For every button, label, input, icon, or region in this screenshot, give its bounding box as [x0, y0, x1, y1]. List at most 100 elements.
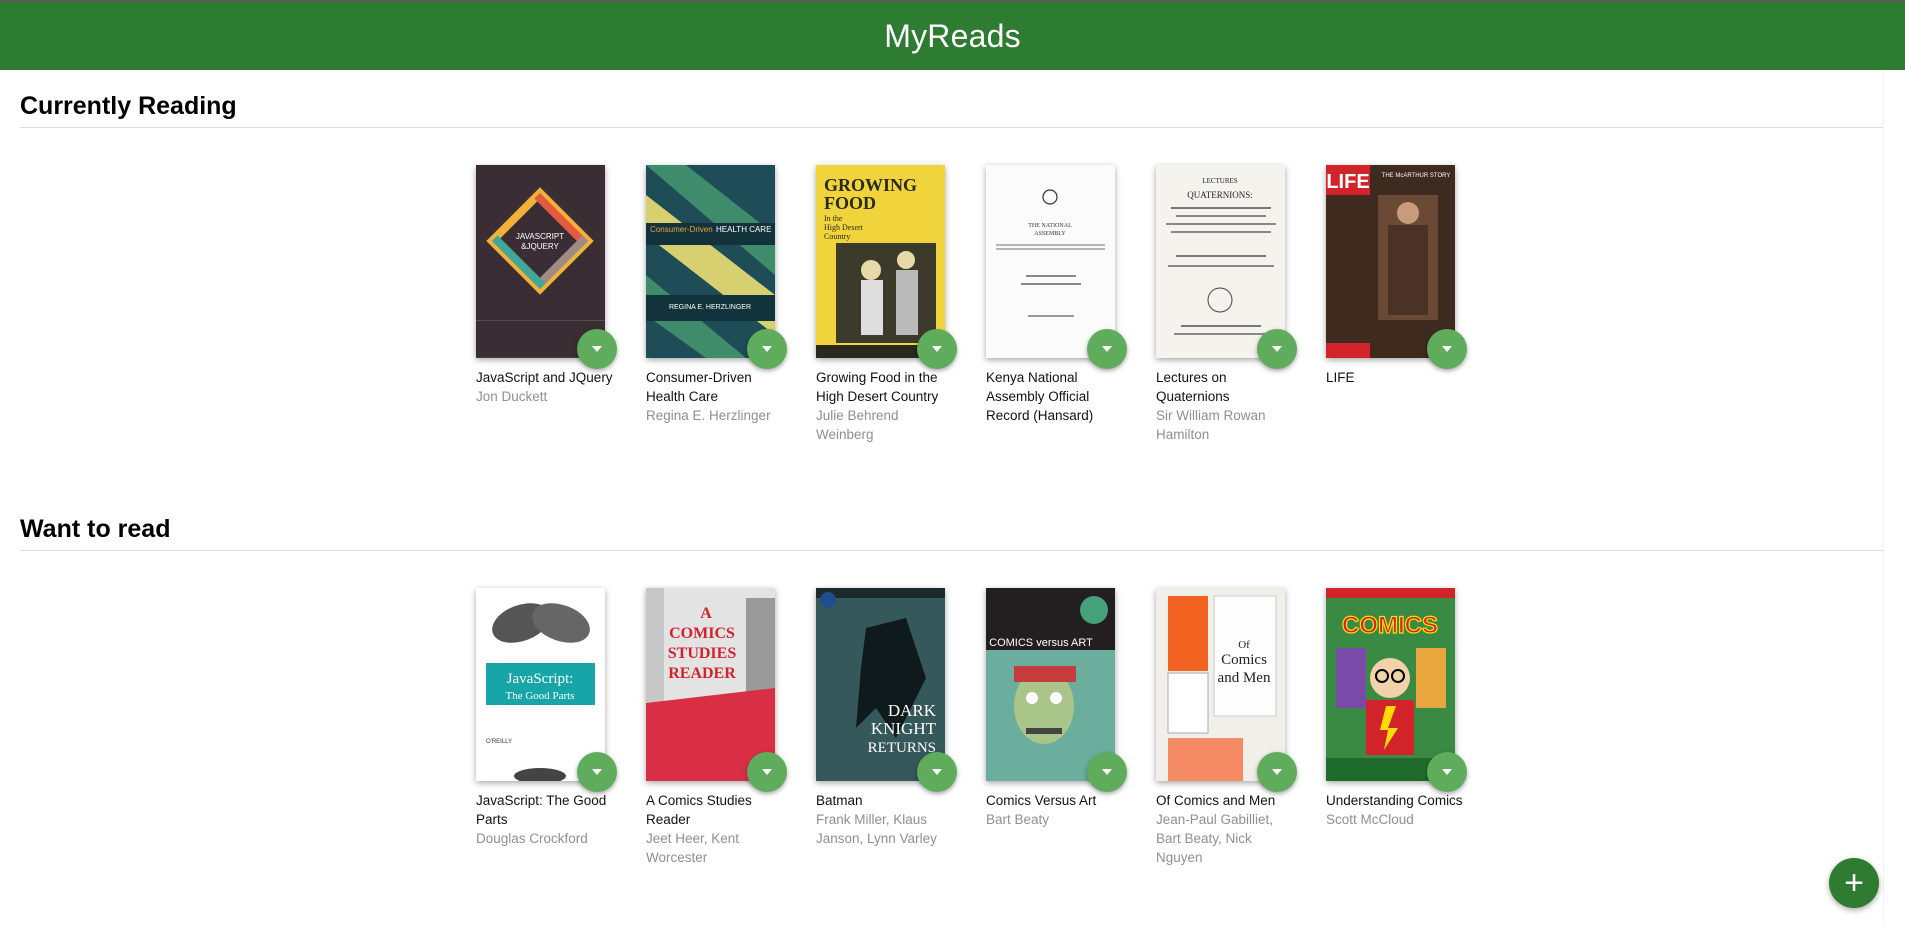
chevron-down-icon: [592, 346, 602, 352]
book-authors: Jeet Heer, Kent Worcester: [646, 831, 740, 865]
shelf-changer-button[interactable]: [1087, 752, 1127, 792]
book-authors: Frank Miller, Klaus Janson, Lynn Varley: [816, 812, 937, 846]
book-cover[interactable]: GROWING FOOD In the High Desert Country: [816, 165, 945, 358]
svg-text:Comics: Comics: [1221, 652, 1267, 668]
chevron-down-icon: [762, 346, 772, 352]
svg-text:O'REILLY: O'REILLY: [486, 739, 512, 745]
chevron-down-icon: [1272, 346, 1282, 352]
book-title: Of Comics and Men Jean-Paul Gabilliet, B…: [1156, 791, 1296, 867]
cover-art: A COMICS STUDIES READER: [646, 588, 775, 781]
book-authors: Scott McCloud: [1326, 812, 1414, 827]
svg-text:In the: In the: [824, 214, 843, 223]
book-title-text: Kenya National Assembly Official Record …: [986, 370, 1094, 423]
cover-art: DARK KNIGHT RETURNS: [816, 588, 945, 781]
book-cover[interactable]: Of Comics and Men: [1156, 588, 1285, 781]
svg-text:JAVASCRIPT: JAVASCRIPT: [516, 232, 564, 241]
cover-art: Consumer-Driven HEALTH CARE REGINA E. HE…: [646, 165, 775, 358]
book-authors: Julie Behrend Weinberg: [816, 408, 899, 442]
book-cover[interactable]: A COMICS STUDIES READER: [646, 588, 775, 781]
svg-text:RETURNS: RETURNS: [868, 740, 936, 756]
cover-art: Of Comics and Men: [1156, 588, 1285, 781]
book-cover[interactable]: THE NATIONAL ASSEMBLY: [986, 165, 1115, 358]
shelf-changer-button[interactable]: [1257, 752, 1297, 792]
book-cover[interactable]: JAVASCRIPT &JQUERY: [476, 165, 605, 358]
book-authors: Douglas Crockford: [476, 831, 588, 846]
svg-text:A: A: [700, 605, 712, 622]
svg-text:COMICS: COMICS: [669, 625, 735, 642]
svg-text:COMICS: COMICS: [1342, 612, 1438, 639]
app-title: MyReads: [884, 17, 1021, 54]
plus-icon: +: [1844, 864, 1864, 902]
svg-text:High Desert: High Desert: [824, 223, 864, 232]
book-cover[interactable]: LECTURES QUATERNIONS:: [1156, 165, 1285, 358]
chevron-down-icon: [1272, 769, 1282, 775]
book-title: Batman Frank Miller, Klaus Janson, Lynn …: [816, 791, 956, 848]
shelf-changer-button[interactable]: [1427, 752, 1467, 792]
cover-art: GROWING FOOD In the High Desert Country: [816, 165, 945, 358]
book-title: Comics Versus Art Bart Beaty: [986, 791, 1126, 829]
book-title-text: LIFE: [1326, 370, 1355, 385]
book-cover[interactable]: Consumer-Driven HEALTH CARE REGINA E. HE…: [646, 165, 775, 358]
cover-art: COMICS: [1326, 588, 1455, 781]
cover-art: THE NATIONAL ASSEMBLY: [986, 165, 1115, 358]
book-title-text: JavaScript: The Good Parts: [476, 793, 607, 827]
svg-text:ASSEMBLY: ASSEMBLY: [1034, 231, 1066, 237]
shelf-changer-button[interactable]: [577, 752, 617, 792]
shelf-changer-button[interactable]: [1257, 329, 1297, 369]
book-title-text: Growing Food in the High Desert Country: [816, 370, 939, 404]
book-title: Lectures on Quaternions Sir William Rowa…: [1156, 368, 1296, 444]
shelf-changer-button[interactable]: [577, 329, 617, 369]
svg-text:REGINA E. HERZLINGER: REGINA E. HERZLINGER: [669, 304, 751, 311]
book-title-text: Of Comics and Men: [1156, 793, 1276, 808]
chevron-down-icon: [932, 346, 942, 352]
book-authors: Jean-Paul Gabilliet, Bart Beaty, Nick Ng…: [1156, 812, 1274, 865]
svg-text:KNIGHT: KNIGHT: [871, 719, 937, 738]
book-title: JavaScript: The Good Parts Douglas Crock…: [476, 791, 616, 848]
shelf-changer-button[interactable]: [747, 752, 787, 792]
chevron-down-icon: [1102, 346, 1112, 352]
svg-text:Country: Country: [824, 232, 850, 241]
svg-text:LIFE: LIFE: [1326, 171, 1369, 193]
cover-art: LIFE THE McARTHUR STORY: [1326, 165, 1455, 358]
svg-text:Consumer-Driven: Consumer-Driven: [650, 225, 713, 234]
chevron-down-icon: [762, 769, 772, 775]
shelf-changer-button[interactable]: [747, 329, 787, 369]
chevron-down-icon: [932, 769, 942, 775]
chevron-down-icon: [1102, 769, 1112, 775]
book-authors: Bart Beaty: [986, 812, 1050, 827]
book-cover[interactable]: COMICS: [1326, 588, 1455, 781]
book-cover[interactable]: DARK KNIGHT RETURNS: [816, 588, 945, 781]
book-authors: Jon Duckett: [476, 389, 548, 404]
book-cover[interactable]: JavaScript: The Good Parts O'REILLY: [476, 588, 605, 781]
cover-art: JavaScript: The Good Parts O'REILLY: [476, 588, 605, 781]
svg-text:COMICS versus ART: COMICS versus ART: [989, 637, 1093, 649]
chevron-down-icon: [592, 769, 602, 775]
book-title-text: Consumer-Driven Health Care: [646, 370, 752, 404]
book-title-text: A Comics Studies Reader: [646, 793, 752, 827]
scrollbar[interactable]: [1883, 70, 1905, 926]
book-authors: Sir William Rowan Hamilton: [1156, 408, 1266, 442]
book-title: Consumer-Driven Health Care Regina E. He…: [646, 368, 786, 425]
cover-art: JAVASCRIPT &JQUERY: [476, 165, 605, 358]
svg-text:and Men: and Men: [1218, 670, 1271, 686]
cover-art: LECTURES QUATERNIONS:: [1156, 165, 1285, 358]
book-title-text: JavaScript and JQuery: [476, 370, 613, 385]
svg-text:QUATERNIONS:: QUATERNIONS:: [1187, 190, 1253, 200]
svg-text:LECTURES: LECTURES: [1202, 177, 1237, 185]
add-book-button[interactable]: +: [1829, 858, 1879, 908]
chevron-down-icon: [1442, 769, 1452, 775]
shelf-changer-button[interactable]: [1427, 329, 1467, 369]
shelf-changer-button[interactable]: [917, 329, 957, 369]
book-title-text: Batman: [816, 793, 863, 808]
svg-text:HEALTH CARE: HEALTH CARE: [716, 225, 771, 234]
svg-text:Of: Of: [1238, 639, 1250, 651]
shelf-changer-button[interactable]: [917, 752, 957, 792]
book-cover[interactable]: LIFE THE McARTHUR STORY: [1326, 165, 1455, 358]
book-cover[interactable]: COMICS versus ART: [986, 588, 1115, 781]
chevron-down-icon: [1442, 346, 1452, 352]
book-title: A Comics Studies Reader Jeet Heer, Kent …: [646, 791, 786, 867]
shelf-changer-button[interactable]: [1087, 329, 1127, 369]
cover-art: COMICS versus ART: [986, 588, 1115, 781]
book-title-text: Comics Versus Art: [986, 793, 1097, 808]
book-title-text: Lectures on Quaternions: [1156, 370, 1230, 404]
